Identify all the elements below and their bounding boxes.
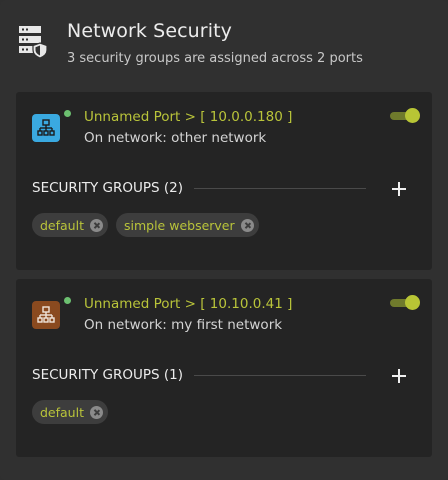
network-icon xyxy=(32,114,60,142)
network-security-panel: Network Security 3 security groups are a… xyxy=(0,0,448,480)
security-groups-label: SECURITY GROUPS (2) xyxy=(32,180,184,196)
status-indicator xyxy=(64,297,71,304)
security-group-chips: default simple webserver xyxy=(32,213,259,237)
port-enable-toggle[interactable] xyxy=(390,108,420,123)
remove-chip-icon[interactable] xyxy=(89,405,103,419)
port-network: On network: my first network xyxy=(84,317,283,333)
divider xyxy=(194,188,366,189)
add-security-group-icon[interactable] xyxy=(388,178,410,200)
chip-label: default xyxy=(40,404,84,420)
port-card: Unnamed Port > [ 10.10.0.41 ] On network… xyxy=(16,279,432,457)
port-name[interactable]: Unnamed Port > [ 10.0.0.180 ] xyxy=(84,109,292,125)
network-icon xyxy=(32,301,60,329)
security-group-chip[interactable]: simple webserver xyxy=(115,213,259,237)
chip-label: simple webserver xyxy=(123,217,235,233)
add-security-group-icon[interactable] xyxy=(388,365,410,387)
port-network: On network: other network xyxy=(84,130,267,146)
server-shield-icon xyxy=(19,26,48,58)
port-card: Unnamed Port > [ 10.0.0.180 ] On network… xyxy=(16,92,432,270)
security-group-chips: default xyxy=(32,400,108,424)
security-group-chip[interactable]: default xyxy=(32,400,108,424)
status-indicator xyxy=(64,110,71,117)
toggle-knob xyxy=(405,108,420,123)
security-group-chip[interactable]: default xyxy=(32,213,108,237)
port-enable-toggle[interactable] xyxy=(390,295,420,310)
toggle-knob xyxy=(405,295,420,310)
security-groups-label: SECURITY GROUPS (1) xyxy=(32,367,184,383)
chip-label: default xyxy=(40,217,84,233)
page-title: Network Security xyxy=(67,20,232,42)
panel-header: Network Security 3 security groups are a… xyxy=(0,0,448,90)
remove-chip-icon[interactable] xyxy=(89,218,103,232)
port-name[interactable]: Unnamed Port > [ 10.10.0.41 ] xyxy=(84,296,292,312)
page-subtitle: 3 security groups are assigned across 2 … xyxy=(67,51,363,66)
remove-chip-icon[interactable] xyxy=(240,218,254,232)
divider xyxy=(194,375,366,376)
